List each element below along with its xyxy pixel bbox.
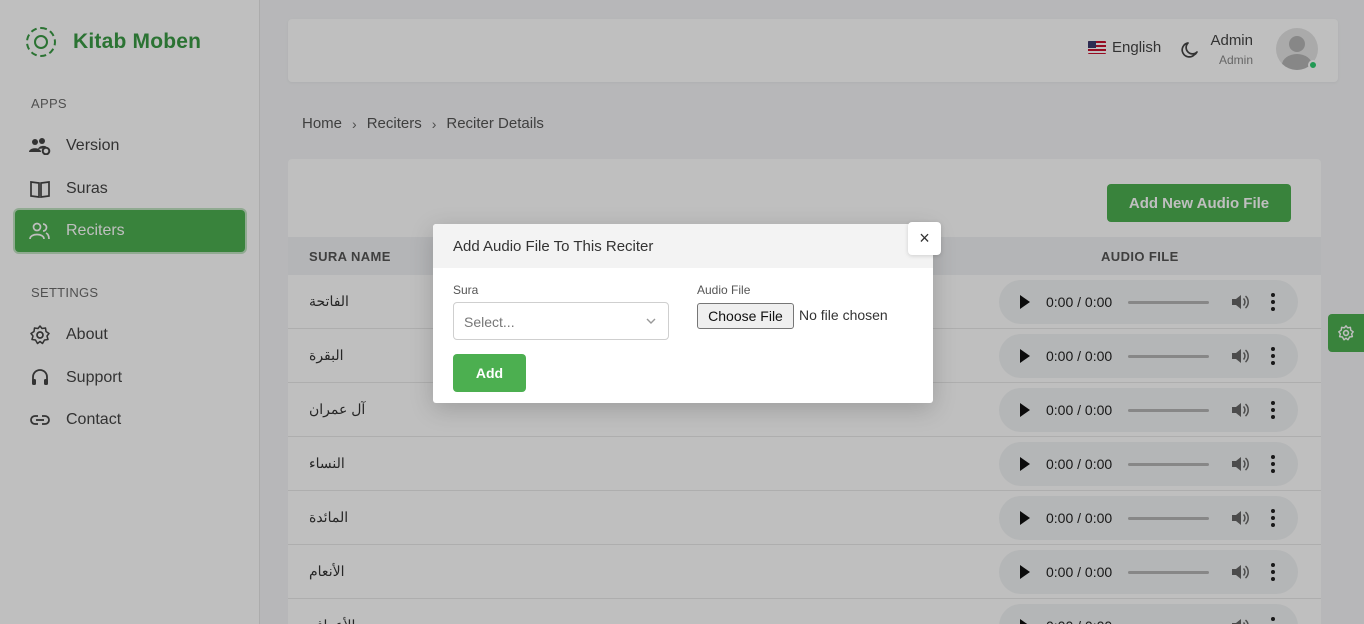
audio-file-field-label: Audio File bbox=[697, 283, 751, 297]
close-icon[interactable]: × bbox=[908, 222, 941, 255]
chevron-down-icon bbox=[646, 318, 656, 324]
modal-title: Add Audio File To This Reciter bbox=[453, 238, 654, 255]
modal-header: Add Audio File To This Reciter bbox=[433, 224, 933, 268]
choose-file-button[interactable]: Choose File bbox=[697, 303, 794, 329]
sura-field-label: Sura bbox=[453, 283, 479, 297]
file-status-text: No file chosen bbox=[799, 307, 888, 323]
sura-select[interactable]: Select... bbox=[453, 302, 669, 340]
add-audio-modal: Add Audio File To This Reciter × Sura Se… bbox=[433, 222, 941, 403]
sura-select-placeholder: Select... bbox=[464, 314, 515, 330]
add-button[interactable]: Add bbox=[453, 354, 526, 392]
